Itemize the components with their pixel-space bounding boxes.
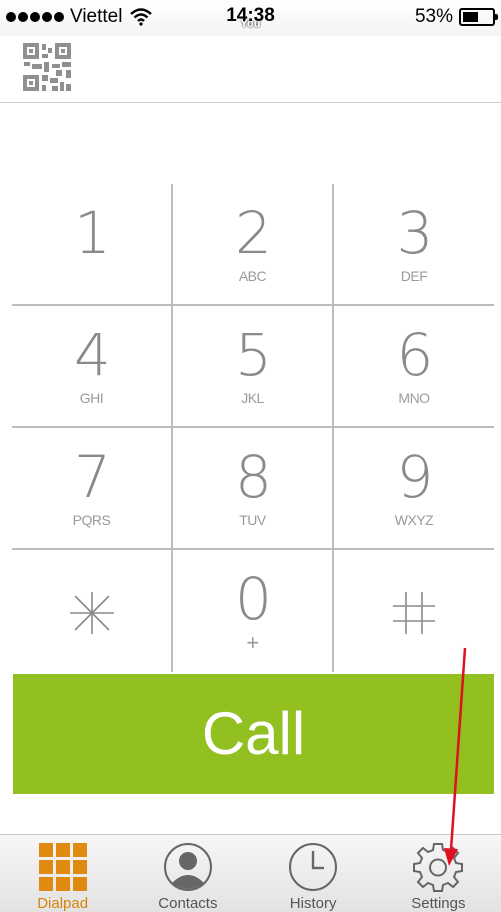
status-right: 53% — [414, 6, 498, 28]
asterisk-icon — [12, 588, 171, 643]
key-0[interactable]: 0 + — [173, 550, 334, 672]
tab-settings[interactable]: Settings — [376, 835, 501, 912]
key-2[interactable]: 2 ABC — [173, 184, 334, 306]
key-digit: 2 — [235, 199, 272, 267]
qr-code-icon — [23, 43, 71, 91]
key-8[interactable]: 8 TUV — [173, 428, 334, 550]
key-letters: JKL — [241, 390, 264, 406]
dialpad-grid-icon — [38, 843, 87, 891]
key-letters: ABC — [238, 268, 267, 284]
contact-person-icon — [163, 843, 212, 891]
tab-label: History — [289, 895, 337, 912]
key-7[interactable]: 7 PQRS — [12, 428, 173, 550]
gear-icon — [413, 843, 464, 892]
hash-icon — [334, 588, 494, 643]
tab-history[interactable]: History — [251, 835, 376, 912]
key-digit: 4 — [74, 321, 111, 389]
key-6[interactable]: 6 MNO — [334, 306, 494, 428]
call-button[interactable]: Call — [13, 674, 494, 794]
key-1[interactable]: 1 — [12, 184, 173, 306]
key-digit: 8 — [235, 443, 272, 511]
status-bar: Viettel 14:38 You 53% — [0, 0, 501, 36]
tab-label: Settings — [411, 895, 466, 912]
dialed-number-display — [90, 120, 410, 170]
key-letters: DEF — [400, 268, 428, 284]
key-3[interactable]: 3 DEF — [334, 184, 494, 306]
key-digit: 7 — [74, 443, 111, 511]
key-letters: WXYZ — [394, 512, 434, 528]
key-letters: + — [246, 630, 259, 655]
key-letters: MNO — [398, 390, 430, 406]
tab-bar: Dialpad Contacts History Settings — [0, 834, 501, 912]
clock-icon — [289, 843, 338, 891]
key-digit: 6 — [396, 321, 434, 389]
key-9[interactable]: 9 WXYZ — [334, 428, 494, 550]
key-4[interactable]: 4 GHI — [12, 306, 173, 428]
key-letters: GHI — [79, 390, 104, 406]
key-5[interactable]: 5 JKL — [173, 306, 334, 428]
key-letters: TUV — [239, 512, 266, 528]
key-digit: 3 — [396, 199, 434, 267]
battery-icon — [459, 8, 498, 26]
call-button-label: Call — [201, 700, 306, 767]
battery-fill — [463, 12, 478, 22]
key-digit: 1 — [74, 199, 111, 267]
tab-contacts[interactable]: Contacts — [125, 835, 250, 912]
battery-percent: 53% — [414, 6, 453, 27]
tab-label: Dialpad — [37, 895, 89, 912]
key-digit: 5 — [235, 321, 272, 389]
key-hash[interactable] — [334, 550, 494, 672]
tab-label: Contacts — [158, 895, 218, 912]
top-divider — [0, 102, 501, 103]
tab-dialpad[interactable]: Dialpad — [0, 835, 125, 912]
key-digit: 9 — [396, 443, 434, 511]
key-letters: PQRS — [72, 512, 111, 528]
qr-code-button[interactable] — [22, 42, 72, 92]
key-digit: 0 — [235, 565, 272, 633]
dialpad-keypad: 1 2 ABC 3 DEF 4 GHI 5 JKL 6 MNO 7 PQRS 8… — [12, 184, 494, 672]
key-star[interactable] — [12, 550, 173, 672]
